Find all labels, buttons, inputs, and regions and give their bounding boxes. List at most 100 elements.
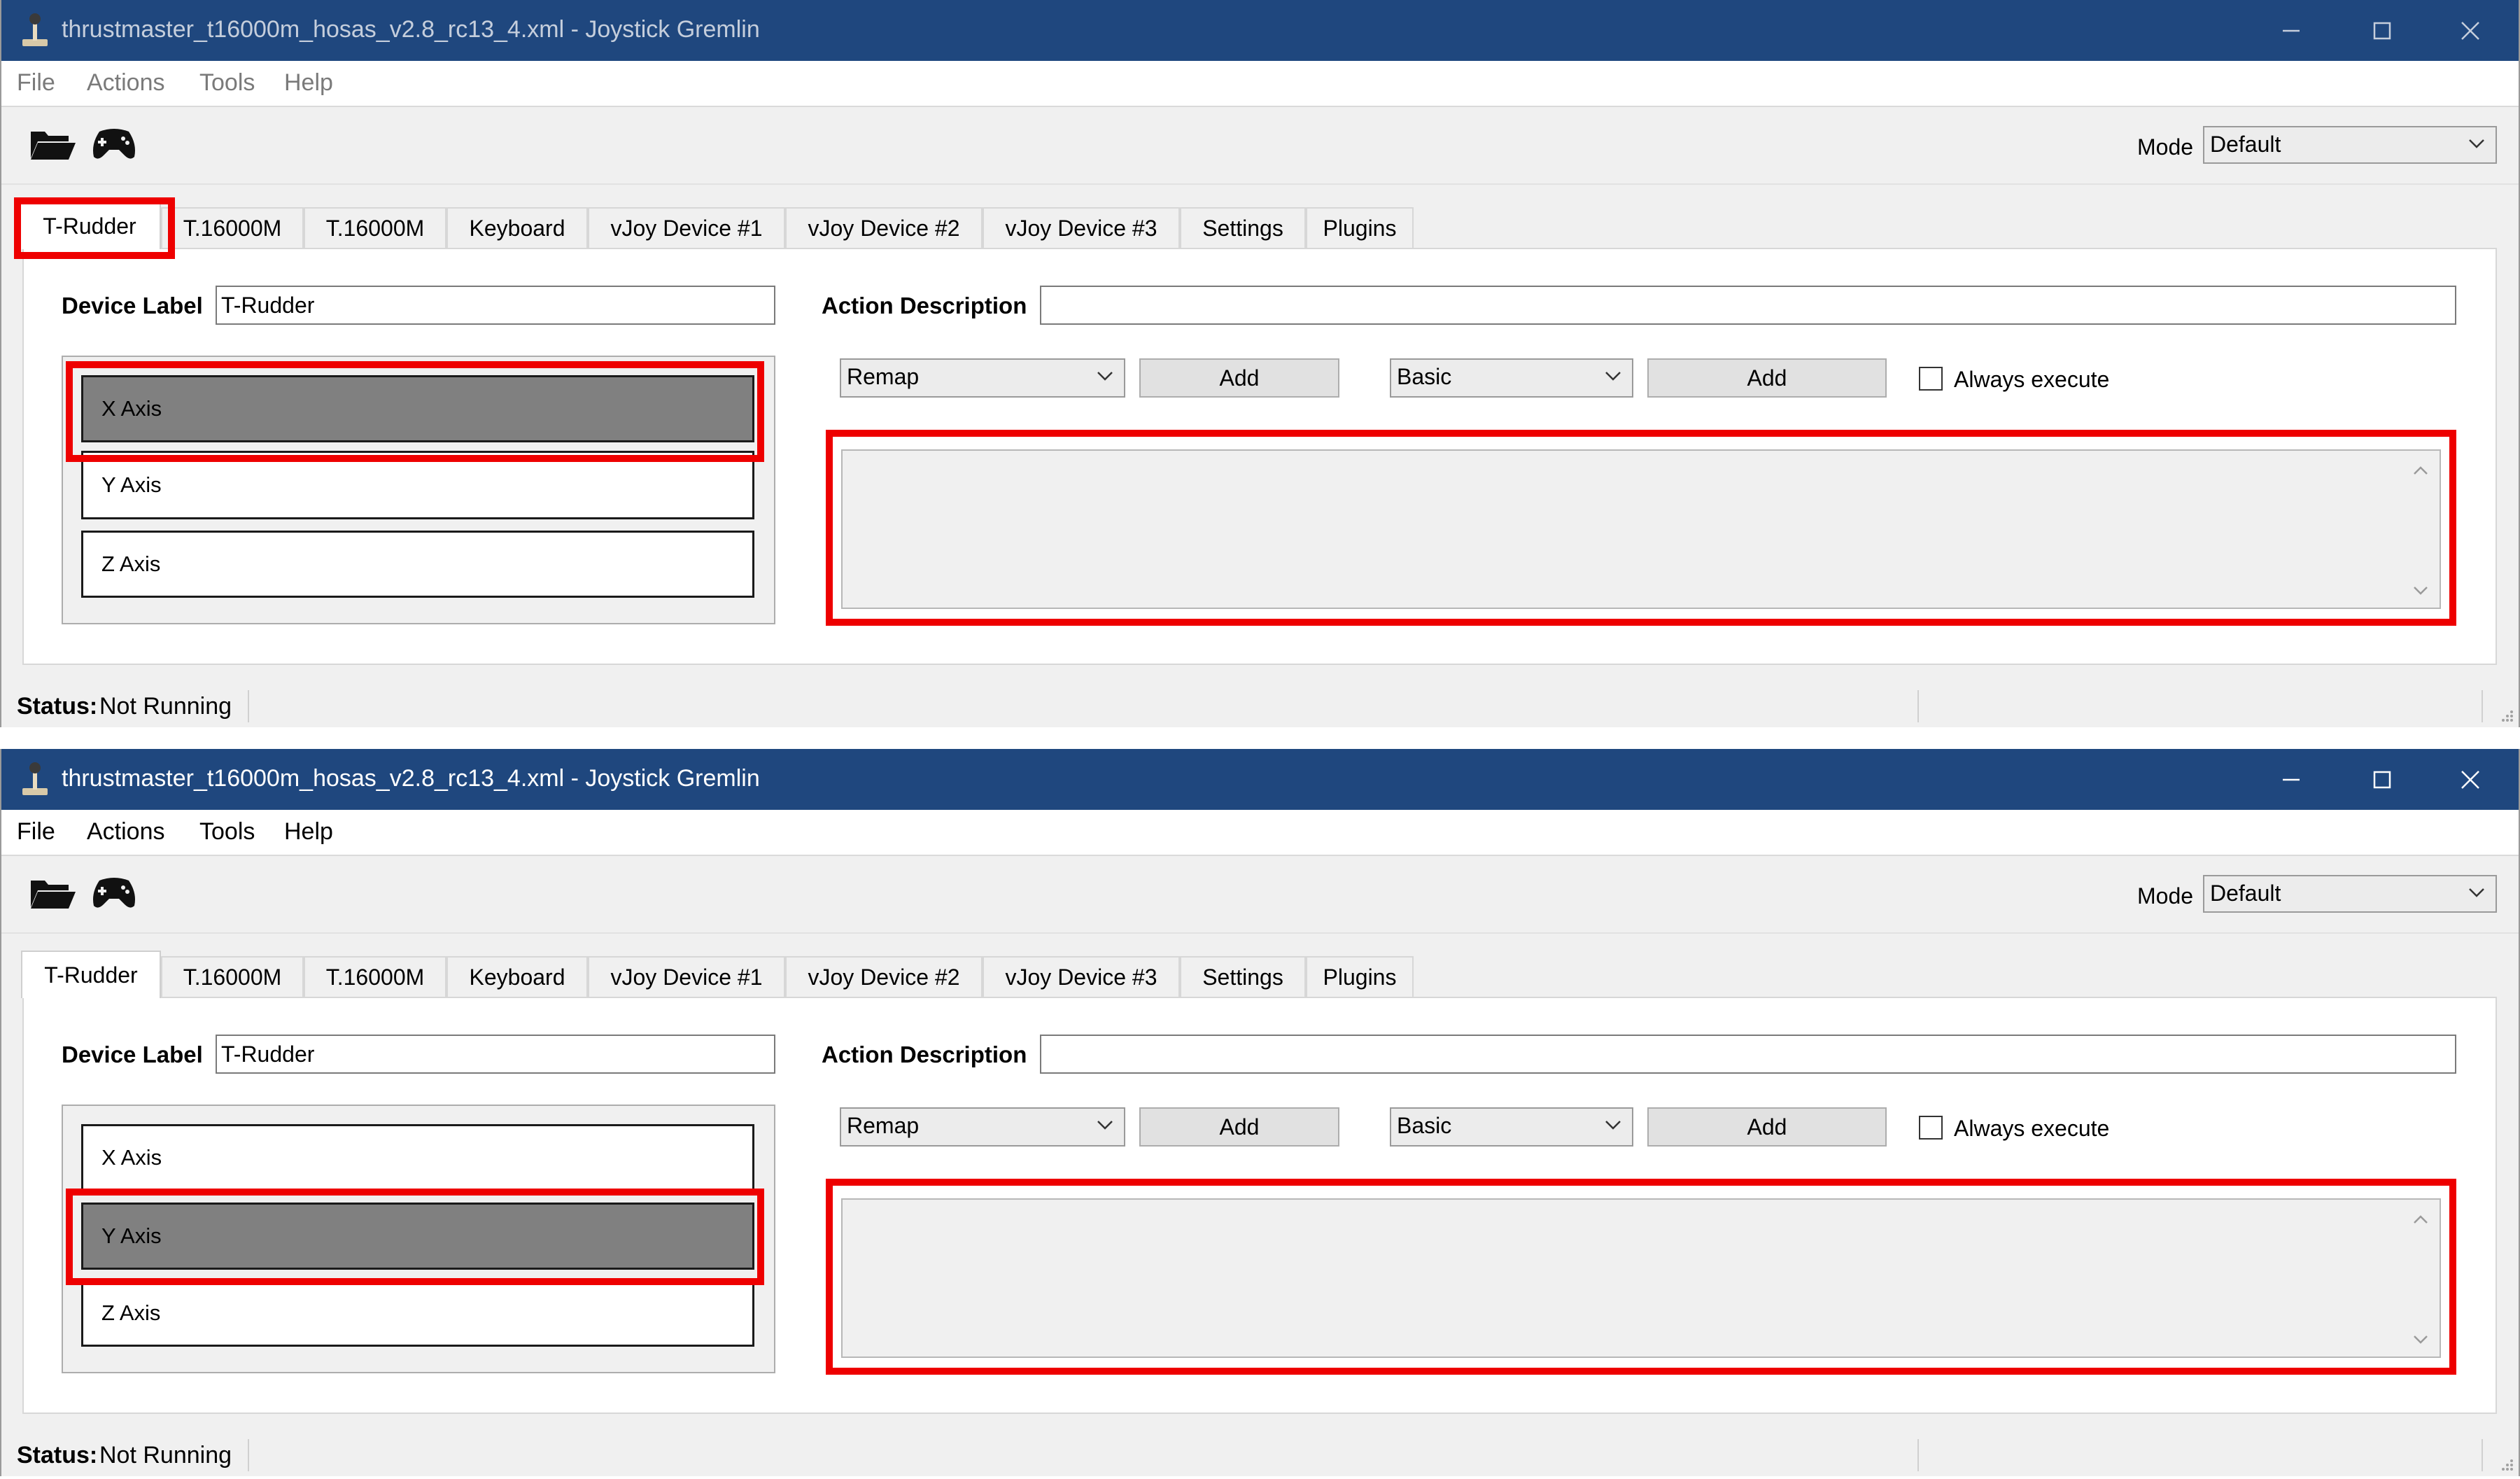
resize-grip-icon[interactable]: [2499, 708, 2514, 723]
action-container-area[interactable]: [841, 1198, 2441, 1358]
maximize-icon: [2373, 771, 2391, 789]
always-execute-checkbox[interactable]: [1919, 367, 1943, 391]
joystick-app-icon: [22, 762, 48, 795]
add-action-button[interactable]: Add: [1139, 358, 1339, 398]
tab-keyboard[interactable]: Keyboard: [446, 207, 588, 248]
tab-plugins[interactable]: Plugins: [1306, 956, 1414, 997]
action-type-value: Remap: [847, 1113, 920, 1138]
status-label: Status:: [17, 693, 98, 720]
menu-file[interactable]: File: [17, 818, 55, 846]
menu-bar: File Actions Tools Help: [1, 61, 2519, 106]
gamepad-icon[interactable]: [90, 874, 139, 911]
tab-t16000m-2[interactable]: T.16000M: [304, 956, 446, 997]
tab-t-rudder[interactable]: T-Rudder: [18, 202, 161, 249]
status-bar: Status: Not Running: [1, 1435, 2519, 1476]
tab-t16000m-1[interactable]: T.16000M: [161, 207, 304, 248]
tab-settings[interactable]: Settings: [1180, 956, 1306, 997]
add-action-button[interactable]: Add: [1139, 1107, 1339, 1147]
status-divider: [1917, 690, 1919, 722]
device-label-field[interactable]: T-Rudder: [216, 286, 775, 325]
scroll-up-icon[interactable]: [2410, 1212, 2431, 1226]
container-type-select[interactable]: Basic: [1390, 1107, 1633, 1147]
minimize-button[interactable]: [2270, 759, 2312, 801]
input-y-axis[interactable]: Y Axis: [81, 1203, 754, 1270]
mode-label: Mode: [2137, 134, 2194, 160]
tab-plugins[interactable]: Plugins: [1306, 207, 1414, 248]
input-y-axis[interactable]: Y Axis: [81, 451, 754, 519]
action-description-caption: Action Description: [822, 1042, 1027, 1067]
menu-actions[interactable]: Actions: [87, 818, 165, 846]
menu-help[interactable]: Help: [284, 818, 333, 846]
resize-grip-icon[interactable]: [2499, 1457, 2514, 1472]
add-container-button[interactable]: Add: [1647, 1107, 1887, 1147]
status-divider: [2482, 690, 2483, 722]
device-label-field[interactable]: T-Rudder: [216, 1035, 775, 1074]
input-z-axis[interactable]: Z Axis: [81, 531, 754, 598]
menu-help[interactable]: Help: [284, 69, 333, 97]
tab-vjoy-2[interactable]: vJoy Device #2: [785, 956, 983, 997]
window-title: thrustmaster_t16000m_hosas_v2.8_rc13_4.x…: [62, 765, 760, 792]
action-container-area[interactable]: [841, 449, 2441, 609]
gamepad-icon[interactable]: [90, 125, 139, 162]
mode-label: Mode: [2137, 883, 2194, 909]
app-window-1: thrustmaster_t16000m_hosas_v2.8_rc13_4.x…: [0, 0, 2520, 727]
chevron-down-icon: [2469, 888, 2484, 897]
status-label: Status:: [17, 1442, 98, 1469]
input-x-axis[interactable]: X Axis: [81, 375, 754, 442]
tab-keyboard[interactable]: Keyboard: [446, 956, 588, 997]
folder-open-icon[interactable]: [28, 874, 77, 911]
mode-select-value: Default: [2210, 132, 2281, 157]
mode-select[interactable]: Default: [2203, 875, 2497, 913]
menu-tools[interactable]: Tools: [199, 69, 255, 97]
scroll-up-icon[interactable]: [2410, 463, 2431, 477]
close-icon: [2461, 771, 2479, 789]
minimize-button[interactable]: [2270, 10, 2312, 52]
close-button[interactable]: [2449, 759, 2491, 801]
close-button[interactable]: [2449, 10, 2491, 52]
status-value: Not Running: [99, 693, 232, 720]
device-label-caption: Device Label: [62, 293, 203, 318]
title-bar: thrustmaster_t16000m_hosas_v2.8_rc13_4.x…: [1, 749, 2519, 810]
tab-vjoy-3[interactable]: vJoy Device #3: [983, 207, 1180, 248]
menu-bar: File Actions Tools Help: [1, 810, 2519, 855]
mode-select-value: Default: [2210, 881, 2281, 906]
action-type-select[interactable]: Remap: [840, 1107, 1125, 1147]
tab-settings[interactable]: Settings: [1180, 207, 1306, 248]
tab-vjoy-2[interactable]: vJoy Device #2: [785, 207, 983, 248]
status-value: Not Running: [99, 1442, 232, 1469]
action-description-field[interactable]: [1040, 1035, 2456, 1074]
always-execute-checkbox[interactable]: [1919, 1116, 1943, 1140]
action-description-field[interactable]: [1040, 286, 2456, 325]
tab-vjoy-3[interactable]: vJoy Device #3: [983, 956, 1180, 997]
add-container-button[interactable]: Add: [1647, 358, 1887, 398]
menu-file[interactable]: File: [17, 69, 55, 97]
toolbar-separator: [1, 855, 2519, 856]
title-bar: thrustmaster_t16000m_hosas_v2.8_rc13_4.x…: [1, 0, 2519, 61]
menu-tools[interactable]: Tools: [199, 818, 255, 846]
scroll-down-icon[interactable]: [2410, 1333, 2431, 1347]
container-type-select[interactable]: Basic: [1390, 358, 1633, 398]
minimize-icon: [2283, 29, 2300, 32]
input-x-axis[interactable]: X Axis: [81, 1124, 754, 1191]
scroll-down-icon[interactable]: [2410, 584, 2431, 598]
always-execute-label: Always execute: [1954, 1116, 2110, 1141]
app-window-2: thrustmaster_t16000m_hosas_v2.8_rc13_4.x…: [0, 749, 2520, 1476]
maximize-button[interactable]: [2361, 759, 2403, 801]
status-bar: Status: Not Running: [1, 686, 2519, 727]
chevron-down-icon: [2469, 139, 2484, 148]
tab-t16000m-1[interactable]: T.16000M: [161, 956, 304, 997]
menu-actions[interactable]: Actions: [87, 69, 165, 97]
folder-open-icon[interactable]: [28, 125, 77, 162]
mode-select[interactable]: Default: [2203, 126, 2497, 164]
chevron-down-icon: [1605, 1121, 1621, 1130]
action-type-select[interactable]: Remap: [840, 358, 1125, 398]
input-z-axis[interactable]: Z Axis: [81, 1280, 754, 1347]
tab-t-rudder[interactable]: T-Rudder: [21, 951, 161, 998]
status-divider: [2482, 1439, 2483, 1471]
status-divider: [248, 690, 249, 722]
device-label-caption: Device Label: [62, 1042, 203, 1067]
maximize-button[interactable]: [2361, 10, 2403, 52]
tab-t16000m-2[interactable]: T.16000M: [304, 207, 446, 248]
tab-vjoy-1[interactable]: vJoy Device #1: [588, 956, 785, 997]
tab-vjoy-1[interactable]: vJoy Device #1: [588, 207, 785, 248]
